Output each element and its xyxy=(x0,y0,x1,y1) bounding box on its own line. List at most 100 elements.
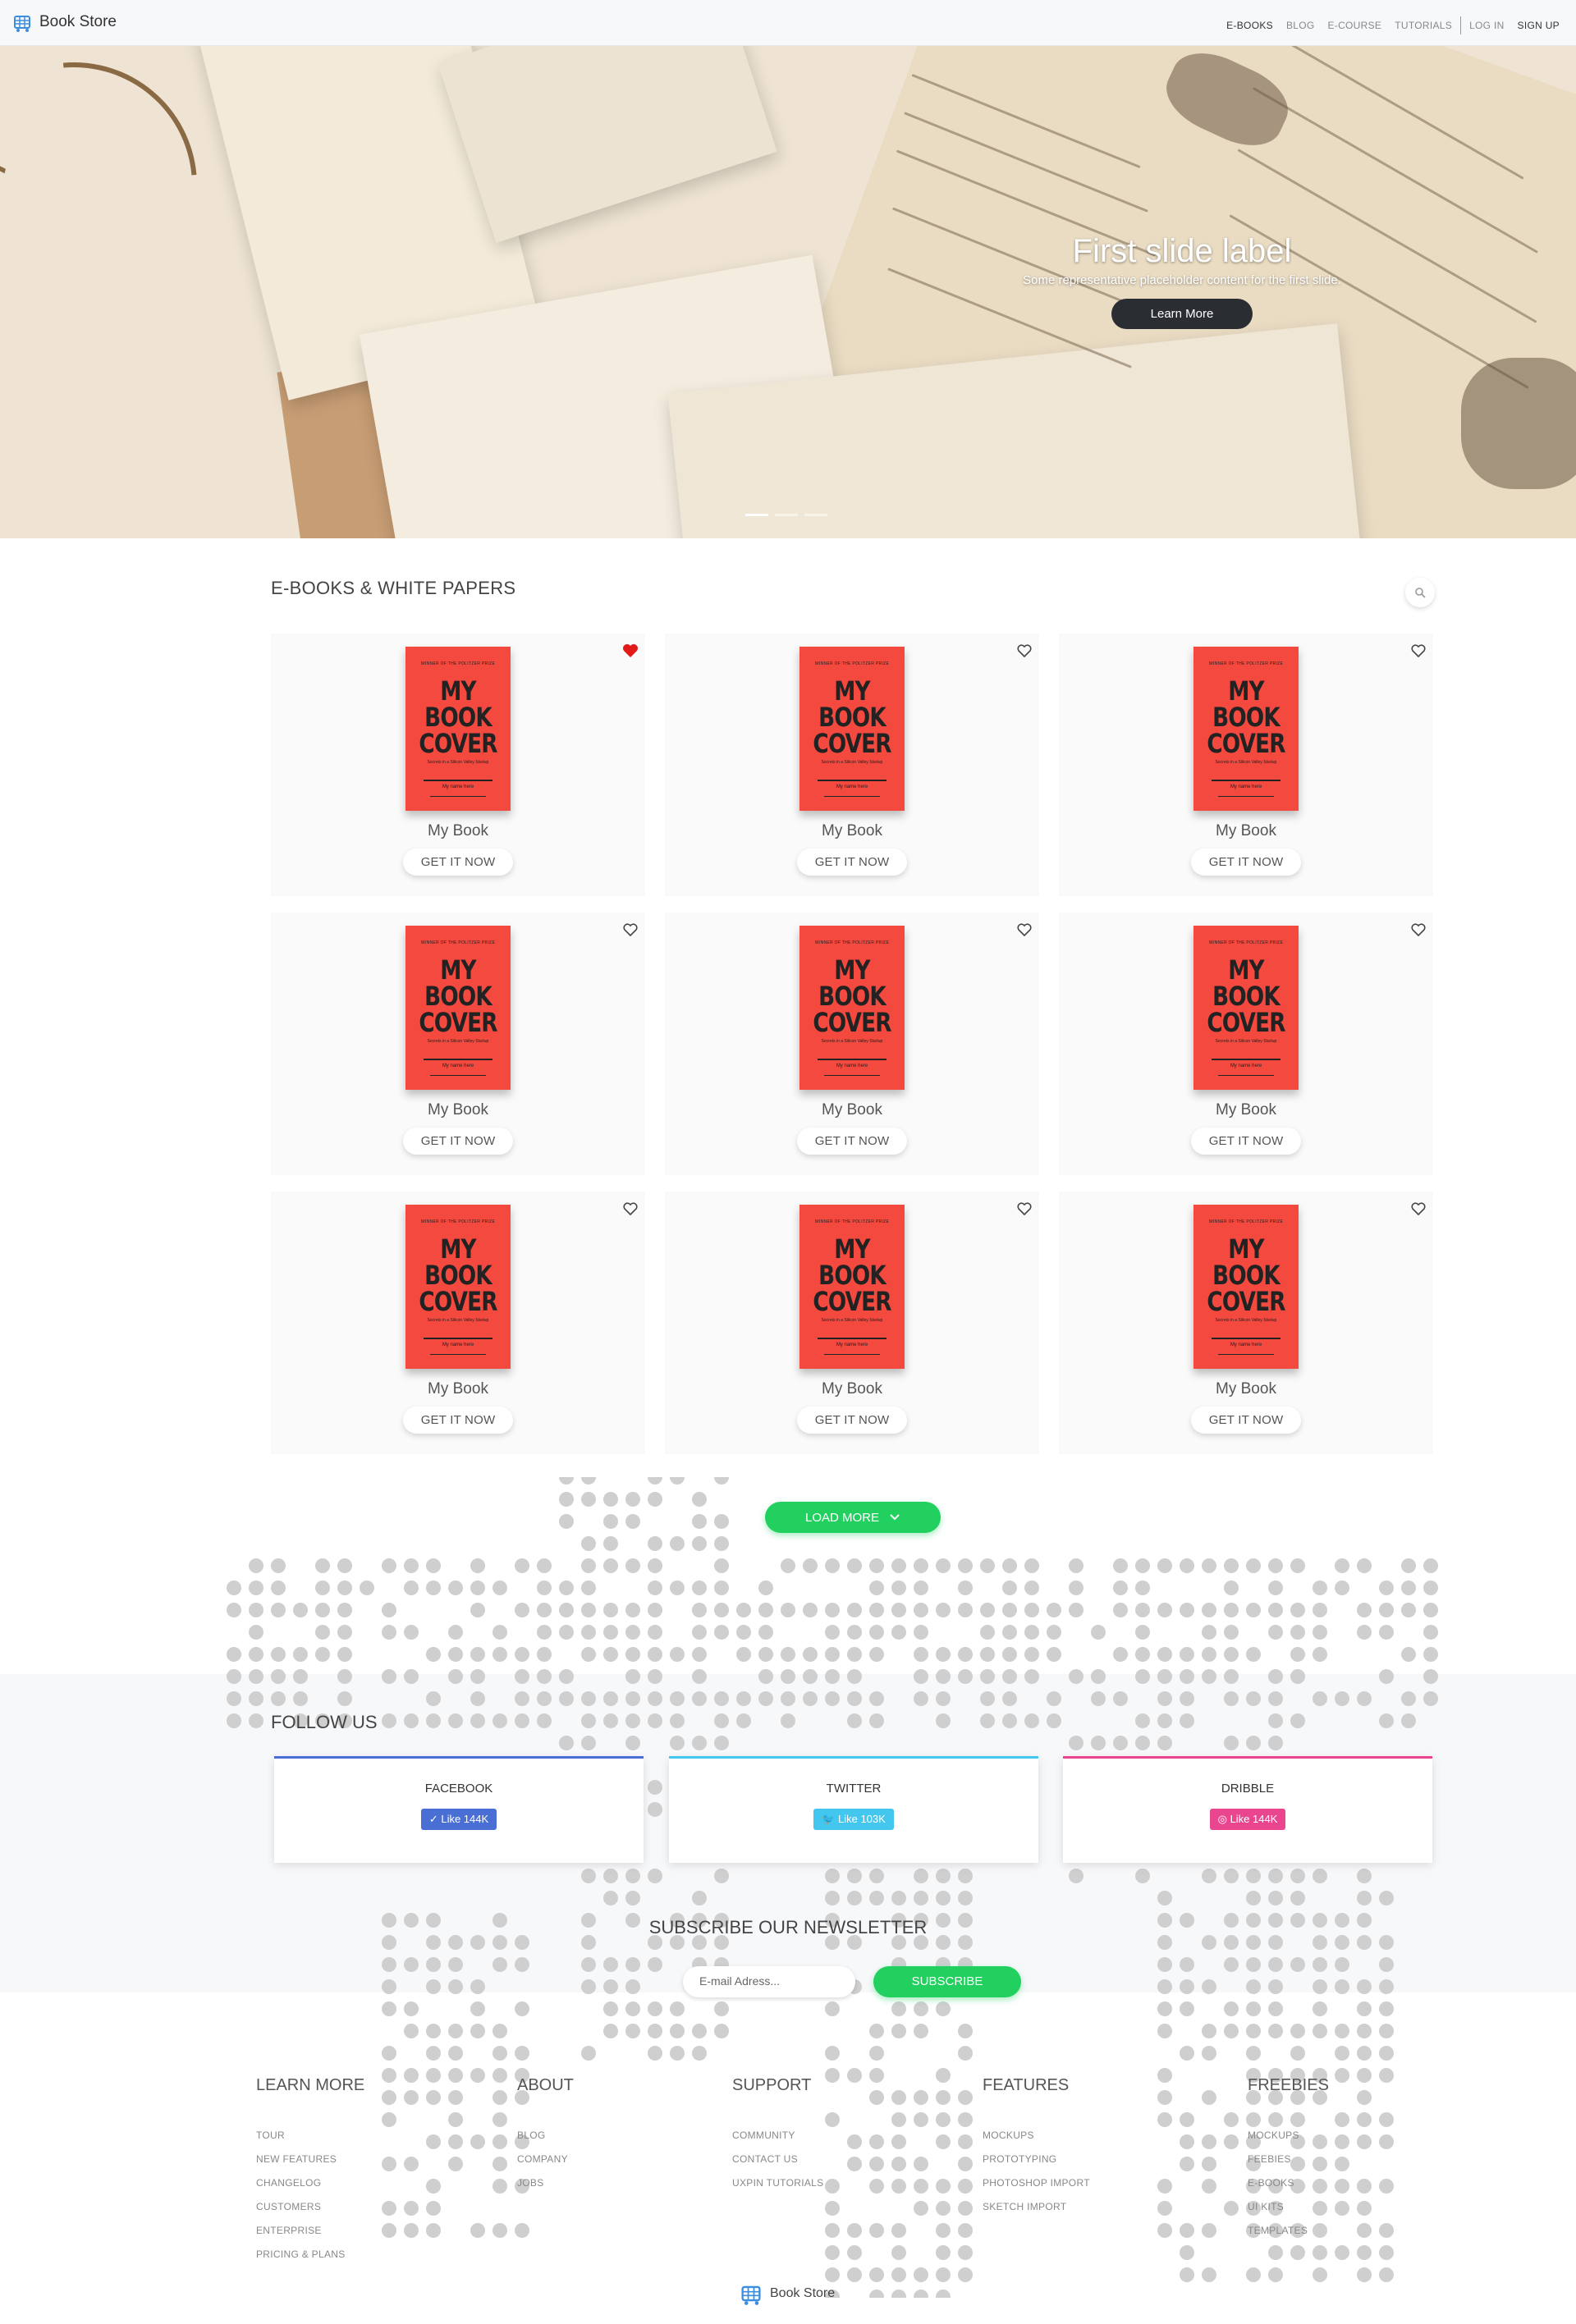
nav-divider xyxy=(1460,16,1462,34)
get-it-now-button[interactable]: GET IT NOW xyxy=(1190,1407,1302,1434)
cover-top-text: WINNER OF THE POLITZER PRIZE xyxy=(420,661,496,666)
cover-title: MY BOOK COVER xyxy=(809,678,896,757)
footer-link[interactable]: UI KITS xyxy=(1248,2201,1329,2212)
heart-icon[interactable] xyxy=(1410,922,1427,937)
dribbble-icon: ◎ xyxy=(1217,1813,1230,1825)
footer-link[interactable]: ENTERPRISE xyxy=(256,2225,364,2236)
get-it-now-button[interactable]: GET IT NOW xyxy=(1190,849,1302,876)
dribble-like-button[interactable]: ◎ Like 144K xyxy=(1209,1809,1286,1830)
nav-link-blog[interactable]: BLOG xyxy=(1286,20,1315,31)
cover-rule xyxy=(430,1354,486,1355)
heart-icon[interactable] xyxy=(622,922,639,937)
cover-title-line1: MY xyxy=(834,1233,870,1265)
carousel-indicator-1[interactable] xyxy=(745,514,768,516)
cover-subtitle: Secrets in a Silicon Valley Startup xyxy=(1215,1318,1277,1323)
cover-rule xyxy=(824,1075,880,1076)
facebook-card: FACEBOOK ✓ Like 144K xyxy=(274,1756,644,1863)
cover-title-line2: BOOK xyxy=(424,1260,492,1291)
signup-link[interactable]: SIGN UP xyxy=(1518,20,1560,31)
book-title: My Book xyxy=(1216,1380,1276,1398)
cover-title-line3: COVER xyxy=(1207,728,1285,759)
carousel-indicator-3[interactable] xyxy=(804,514,827,516)
book-title: My Book xyxy=(428,1101,488,1119)
search-button[interactable] xyxy=(1405,578,1435,607)
cover-author: My name here xyxy=(1230,1064,1262,1068)
footer-link[interactable]: PHOTOSHOP IMPORT xyxy=(983,2177,1090,2189)
footer-link[interactable]: TEMPLATES xyxy=(1248,2225,1329,2236)
twitter-like-button[interactable]: 🐦 Like 103K xyxy=(813,1809,894,1830)
get-it-now-button[interactable]: GET IT NOW xyxy=(1190,1128,1302,1155)
footer-link[interactable]: E-BOOKS xyxy=(1248,2177,1329,2189)
footer-link[interactable]: JOBS xyxy=(517,2177,574,2189)
heart-icon[interactable] xyxy=(1410,1201,1427,1216)
get-it-now-button[interactable]: GET IT NOW xyxy=(796,849,908,876)
facebook-like-button[interactable]: ✓ Like 144K xyxy=(420,1809,497,1830)
subscribe-button[interactable]: SUBSCRIBE xyxy=(873,1966,1021,1997)
footer-link[interactable]: BLOG xyxy=(517,2130,574,2141)
nav-link-ecourse[interactable]: E-COURSE xyxy=(1327,20,1381,31)
cover-title-line1: MY xyxy=(834,675,870,707)
get-it-now-button[interactable]: GET IT NOW xyxy=(796,1407,908,1434)
book-cover[interactable]: WINNER OF THE POLITZER PRIZE MY BOOK COVER S… xyxy=(1193,926,1299,1090)
cover-subtitle: Secrets in a Silicon Valley Startup xyxy=(427,1039,489,1044)
footer-link[interactable]: MOCKUPS xyxy=(1248,2130,1329,2141)
footer-link[interactable]: COMMUNITY xyxy=(732,2130,823,2141)
get-it-now-button[interactable]: GET IT NOW xyxy=(402,1128,514,1155)
footer-link[interactable]: TOUR xyxy=(256,2130,364,2141)
book-card: WINNER OF THE POLITZER PRIZE MY BOOK COVER S… xyxy=(665,1192,1039,1454)
footer-link[interactable]: UXPIN TUTORIALS xyxy=(732,2177,823,2189)
book-cover[interactable]: WINNER OF THE POLITZER PRIZE MY BOOK COVER S… xyxy=(799,926,905,1090)
book-cover[interactable]: WINNER OF THE POLITZER PRIZE MY BOOK COVER S… xyxy=(1193,647,1299,811)
learn-more-button[interactable]: Learn More xyxy=(1111,299,1253,329)
book-card: WINNER OF THE POLITZER PRIZE MY BOOK COVER S… xyxy=(271,1192,645,1454)
book-cover[interactable]: WINNER OF THE POLITZER PRIZE MY BOOK COVER S… xyxy=(799,1205,905,1369)
cover-title: MY BOOK COVER xyxy=(415,1236,502,1315)
heart-icon[interactable] xyxy=(1016,922,1033,937)
footer-link[interactable]: CHANGELOG xyxy=(256,2177,364,2189)
book-cover[interactable]: WINNER OF THE POLITZER PRIZE MY BOOK COVER S… xyxy=(1193,1205,1299,1369)
cover-title: MY BOOK COVER xyxy=(1203,1236,1290,1315)
footer-link[interactable]: FEEBIES xyxy=(1248,2153,1329,2165)
footer-link[interactable]: COMPANY xyxy=(517,2153,574,2165)
heart-icon[interactable] xyxy=(1410,643,1427,658)
footer-link[interactable]: CONTACT US xyxy=(732,2153,823,2165)
load-more-button[interactable]: LOAD MORE xyxy=(765,1502,941,1533)
get-it-now-button[interactable]: GET IT NOW xyxy=(402,1407,514,1434)
carousel-indicator-2[interactable] xyxy=(775,514,798,516)
search-icon xyxy=(1415,588,1426,598)
footer-column: ABOUT BLOG COMPANY JOBS xyxy=(517,2076,574,2201)
footer-brand[interactable]: Book Store xyxy=(739,2281,835,2306)
cover-rule xyxy=(1218,1354,1274,1355)
heart-icon[interactable] xyxy=(1016,1201,1033,1216)
get-it-now-button[interactable]: GET IT NOW xyxy=(796,1128,908,1155)
email-field[interactable]: E-mail Adress... xyxy=(683,1966,855,1997)
cover-author: My name here xyxy=(442,1343,474,1347)
footer-link[interactable]: MOCKUPS xyxy=(983,2130,1090,2141)
heart-icon[interactable] xyxy=(1016,643,1033,658)
brand-name: Book Store xyxy=(39,13,117,30)
footer-column: LEARN MORE TOUR NEW FEATURES CHANGELOG CUSTO… xyxy=(256,2076,364,2272)
footer-link[interactable]: NEW FEATURES xyxy=(256,2153,364,2165)
footer-link[interactable]: PROTOTYPING xyxy=(983,2153,1090,2165)
nav-link-tutorials[interactable]: TUTORIALS xyxy=(1395,20,1452,31)
dribble-like-count: Like 144K xyxy=(1230,1813,1278,1825)
cover-author: My name here xyxy=(442,785,474,789)
heart-filled-icon[interactable] xyxy=(622,643,639,658)
brand-logo[interactable]: Book Store xyxy=(11,11,117,33)
cover-rule xyxy=(424,1338,492,1339)
cover-title: MY BOOK COVER xyxy=(809,1236,896,1315)
footer-link[interactable]: CUSTOMERS xyxy=(256,2201,364,2212)
newsletter-title: SUBSCRIBE OUR NEWSLETTER xyxy=(648,1917,928,1937)
cover-rule xyxy=(430,1075,486,1076)
footer-link[interactable]: PRICING & PLANS xyxy=(256,2249,364,2260)
book-cover[interactable]: WINNER OF THE POLITZER PRIZE MY BOOK COVER S… xyxy=(405,1205,511,1369)
book-cover[interactable]: WINNER OF THE POLITZER PRIZE MY BOOK COVER S… xyxy=(405,647,511,811)
get-it-now-button[interactable]: GET IT NOW xyxy=(402,849,514,876)
footer-link[interactable]: SKETCH IMPORT xyxy=(983,2201,1090,2212)
heart-icon[interactable] xyxy=(622,1201,639,1216)
book-cover[interactable]: WINNER OF THE POLITZER PRIZE MY BOOK COVER S… xyxy=(405,926,511,1090)
login-link[interactable]: LOG IN xyxy=(1469,20,1504,31)
book-title: My Book xyxy=(1216,822,1276,839)
nav-link-ebooks[interactable]: E-BOOKS xyxy=(1226,20,1273,31)
book-cover[interactable]: WINNER OF THE POLITZER PRIZE MY BOOK COVER S… xyxy=(799,647,905,811)
